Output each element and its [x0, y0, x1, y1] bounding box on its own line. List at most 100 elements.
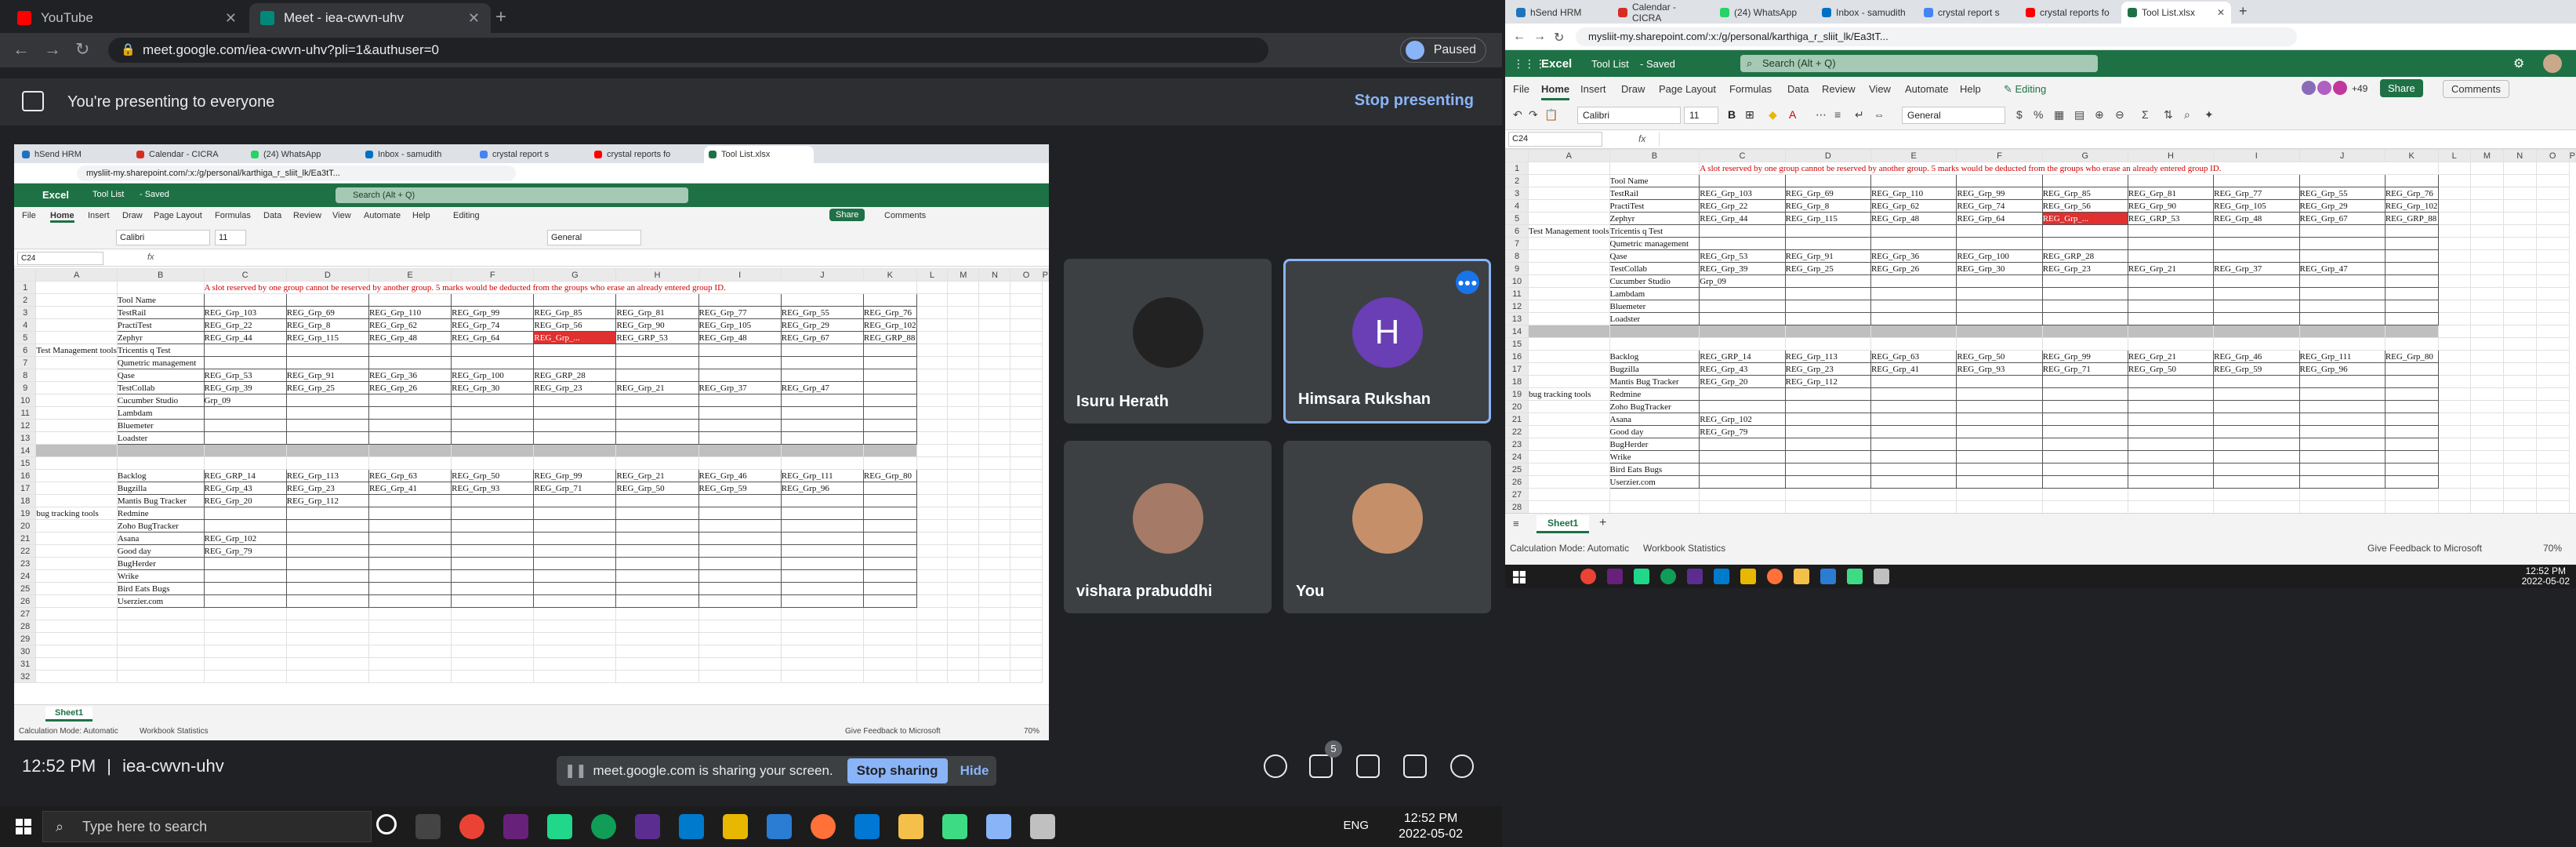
- section-label[interactable]: [1528, 262, 1610, 275]
- group-cell[interactable]: [368, 356, 452, 369]
- cell[interactable]: [916, 306, 949, 319]
- cell[interactable]: [2469, 337, 2504, 351]
- fill-color-icon[interactable]: ◆: [1769, 108, 1777, 122]
- cell[interactable]: [862, 293, 917, 307]
- group-cell[interactable]: REG_Grp_99: [533, 469, 617, 482]
- cell[interactable]: [947, 632, 980, 645]
- row-header[interactable]: 32: [14, 670, 37, 683]
- group-cell[interactable]: [2213, 450, 2300, 463]
- group-cell[interactable]: [2384, 300, 2439, 313]
- cell[interactable]: [978, 494, 1011, 507]
- cell[interactable]: [947, 444, 980, 457]
- cell[interactable]: [2469, 262, 2504, 275]
- group-cell[interactable]: [862, 519, 917, 533]
- tab-meet[interactable]: Meet - iea-cwvn-uhv ✕: [249, 3, 491, 33]
- group-cell[interactable]: REG_Grp_43: [203, 482, 287, 495]
- row-header[interactable]: 26: [14, 594, 37, 608]
- group-cell[interactable]: REG_Grp_111: [780, 469, 864, 482]
- group-cell[interactable]: [451, 532, 535, 545]
- group-cell[interactable]: REG_Grp_91: [285, 369, 369, 382]
- cell[interactable]: [947, 482, 980, 495]
- group-cell[interactable]: [451, 419, 535, 432]
- back-icon[interactable]: ←: [1513, 30, 1526, 44]
- cell[interactable]: [978, 645, 1011, 658]
- group-cell[interactable]: [285, 356, 369, 369]
- group-cell[interactable]: REG_Grp_74: [1956, 199, 2043, 213]
- tool-name-cell[interactable]: PractiTest: [116, 318, 205, 332]
- editing-mode-button[interactable]: ✎ Editing: [2004, 83, 2046, 96]
- column-header[interactable]: C: [203, 268, 287, 282]
- close-tab-icon[interactable]: ✕: [468, 10, 480, 27]
- font-color-icon[interactable]: A: [1789, 108, 1796, 121]
- group-cell[interactable]: [1956, 287, 2043, 300]
- group-cell[interactable]: [2384, 475, 2439, 489]
- group-cell[interactable]: [2127, 400, 2215, 413]
- group-cell[interactable]: [285, 419, 369, 432]
- cell[interactable]: [862, 632, 917, 645]
- cell[interactable]: [2127, 337, 2215, 351]
- column-header[interactable]: M: [2469, 149, 2504, 162]
- group-cell[interactable]: REG_Grp_105: [698, 318, 782, 332]
- cell[interactable]: [2469, 212, 2504, 225]
- profile-button[interactable]: Paused: [1399, 38, 1486, 63]
- cell[interactable]: [2535, 475, 2570, 489]
- group-cell[interactable]: [1956, 413, 2043, 426]
- back-icon[interactable]: ←: [13, 39, 30, 60]
- group-cell[interactable]: [862, 532, 917, 545]
- group-cell[interactable]: [1784, 237, 1871, 250]
- cell[interactable]: [862, 456, 917, 470]
- group-cell[interactable]: [2384, 312, 2439, 325]
- group-cell[interactable]: REG_Grp_59: [2213, 362, 2300, 376]
- group-cell[interactable]: [862, 406, 917, 420]
- cell[interactable]: [368, 456, 452, 470]
- group-cell[interactable]: REG_GRP_88: [2384, 212, 2439, 225]
- borders-icon[interactable]: ⊞: [1745, 108, 1754, 122]
- cell[interactable]: [116, 670, 205, 683]
- column-header[interactable]: P: [1041, 268, 1049, 282]
- tool-name-cell[interactable]: Zephyr: [116, 331, 205, 344]
- group-cell[interactable]: [285, 594, 369, 608]
- cell[interactable]: [2535, 500, 2570, 513]
- comments-button[interactable]: Comments: [2443, 80, 2509, 98]
- group-cell[interactable]: [2041, 387, 2128, 401]
- group-cell[interactable]: [533, 406, 617, 420]
- row-header[interactable]: 4: [1505, 199, 1529, 213]
- row-header[interactable]: 2: [1505, 174, 1529, 187]
- section-label[interactable]: [35, 594, 118, 608]
- cell[interactable]: [2535, 438, 2570, 451]
- cell[interactable]: [978, 557, 1011, 570]
- group-cell[interactable]: [615, 582, 699, 595]
- section-label[interactable]: Test Management tools: [1528, 224, 1610, 238]
- ribbon-tab-formulas[interactable]: Formulas: [1729, 83, 1772, 95]
- group-cell[interactable]: [2127, 224, 2215, 238]
- group-cell[interactable]: [698, 406, 782, 420]
- new-tab-icon[interactable]: +: [2239, 3, 2248, 20]
- cell[interactable]: [1528, 488, 1610, 501]
- cell[interactable]: [2535, 325, 2570, 338]
- section-label[interactable]: [35, 557, 118, 570]
- people-icon[interactable]: [1309, 754, 1333, 778]
- avatar[interactable]: [2543, 54, 2562, 73]
- cell[interactable]: [533, 444, 617, 457]
- cell[interactable]: [947, 544, 980, 558]
- cell[interactable]: [862, 607, 917, 620]
- cell[interactable]: [947, 456, 980, 470]
- cell[interactable]: [2502, 438, 2537, 451]
- cell[interactable]: [2535, 463, 2570, 476]
- group-cell[interactable]: REG_GRP_14: [1699, 350, 1786, 363]
- group-cell[interactable]: REG_Grp_25: [1784, 262, 1871, 275]
- group-cell[interactable]: [1784, 300, 1871, 313]
- group-cell[interactable]: [1956, 375, 2043, 388]
- group-cell[interactable]: REG_Grp_56: [2041, 199, 2128, 213]
- group-cell[interactable]: [1956, 463, 2043, 476]
- group-cell[interactable]: [615, 344, 699, 357]
- cell[interactable]: [35, 293, 118, 307]
- cell[interactable]: [116, 607, 205, 620]
- group-cell[interactable]: [2213, 287, 2300, 300]
- language-indicator[interactable]: ENG: [1343, 819, 1369, 832]
- cell[interactable]: [1010, 657, 1043, 671]
- group-cell[interactable]: [1784, 400, 1871, 413]
- cell[interactable]: [2502, 199, 2537, 213]
- group-cell[interactable]: REG_Grp_47: [780, 381, 864, 394]
- row-header[interactable]: 15: [1505, 337, 1529, 351]
